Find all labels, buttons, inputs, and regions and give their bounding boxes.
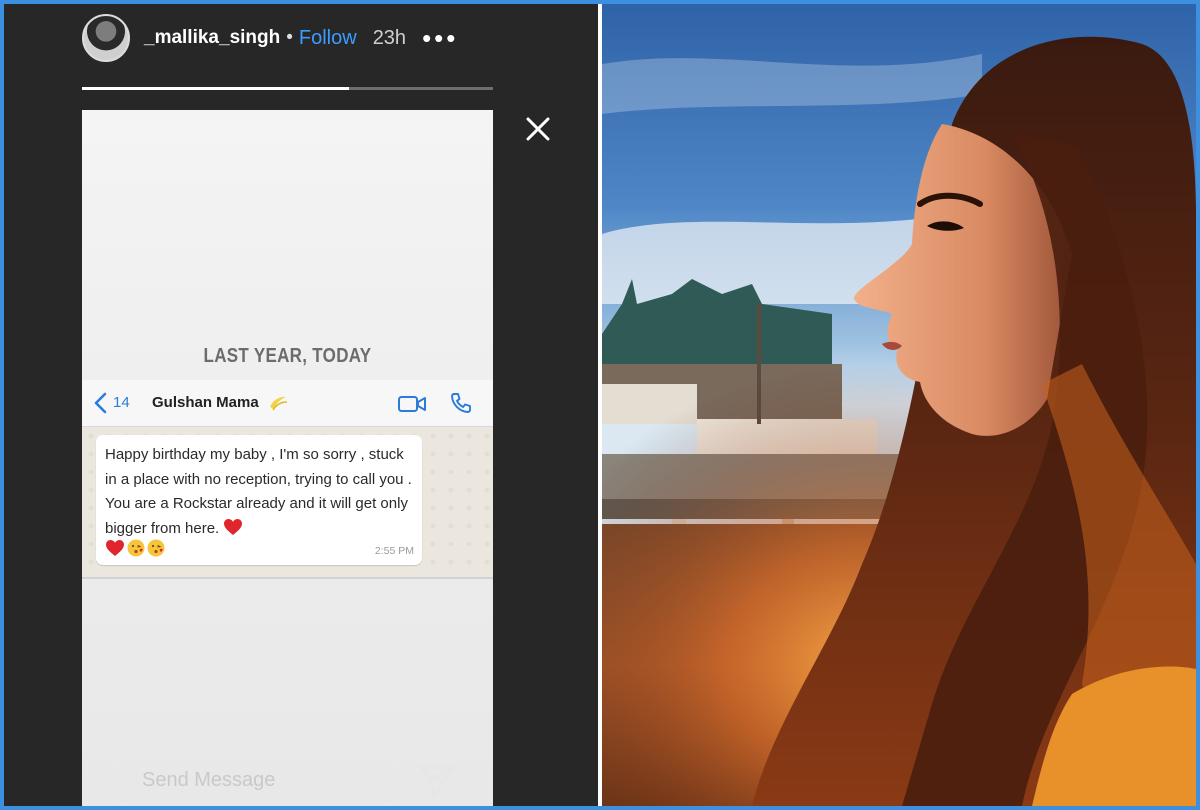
message-time: 2:55 PM xyxy=(374,545,414,557)
heart-emoji-icon xyxy=(224,518,243,535)
instagram-story: _mallika_singh • Follow 23h ••• LAST YEA… xyxy=(4,4,598,806)
avatar[interactable] xyxy=(82,14,130,62)
contact-name[interactable]: Gulshan Mama xyxy=(152,394,259,411)
message-body: Happy birthday my baby , I'm so sorry , … xyxy=(105,443,417,541)
message-text: Happy birthday my baby , I'm so sorry , … xyxy=(105,446,412,537)
kiss-emoji-icon xyxy=(147,539,165,557)
composite-image: _mallika_singh • Follow 23h ••• LAST YEA… xyxy=(4,4,1196,806)
video-call-icon[interactable] xyxy=(398,395,426,413)
memory-label: LAST YEAR, TODAY xyxy=(203,344,372,367)
phone-call-icon[interactable] xyxy=(450,392,472,414)
kiss-emoji-icon xyxy=(127,539,145,557)
whatsapp-chat-header: 14 Gulshan Mama xyxy=(82,380,493,427)
story-time: 23h xyxy=(372,26,407,49)
back-unread-count[interactable]: 14 xyxy=(113,394,130,411)
header-separator: • xyxy=(286,27,293,48)
send-icon[interactable] xyxy=(419,765,455,799)
chat-divider xyxy=(82,577,493,579)
send-message-input[interactable] xyxy=(108,750,404,806)
story-progress-fill xyxy=(82,87,350,90)
dizzy-emoji-icon xyxy=(270,396,288,411)
heart-emoji-icon xyxy=(106,540,124,556)
close-icon[interactable] xyxy=(521,112,555,146)
profile-photo xyxy=(602,4,1196,806)
story-header: _mallika_singh • Follow 23h ••• xyxy=(82,12,458,64)
story-username[interactable]: _mallika_singh xyxy=(144,27,280,49)
more-options-icon[interactable]: ••• xyxy=(422,25,458,51)
message-bubble[interactable]: Happy birthday my baby , I'm so sorry , … xyxy=(96,435,422,565)
back-chevron-icon[interactable] xyxy=(92,392,108,414)
message-emojis xyxy=(105,539,165,557)
follow-button[interactable]: Follow xyxy=(299,27,357,50)
story-progress-bar xyxy=(82,87,493,90)
story-card: LAST YEAR, TODAY 14 Gulshan Mama Happy b… xyxy=(82,110,493,806)
whatsapp-chat-area: Happy birthday my baby , I'm so sorry , … xyxy=(82,427,493,577)
